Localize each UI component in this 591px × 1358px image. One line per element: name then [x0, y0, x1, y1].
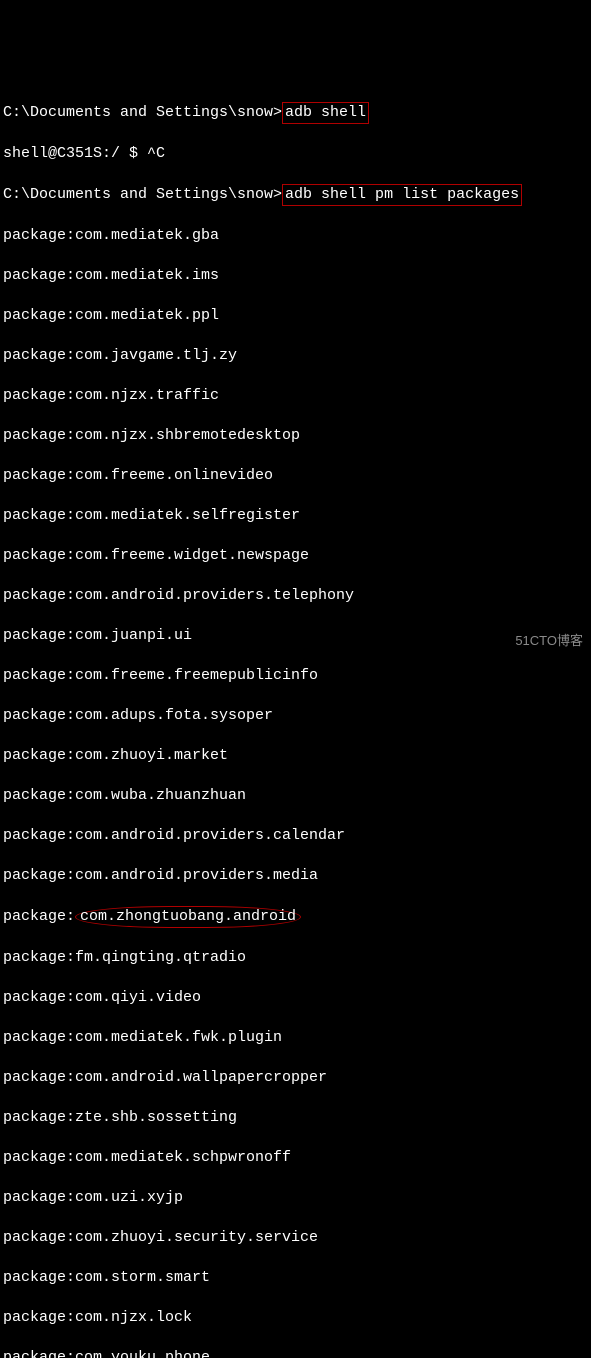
highlighted-package: com.zhongtuobang.android — [75, 906, 301, 928]
package-line: package:com.javgame.tlj.zy — [3, 346, 588, 366]
package-line: package:com.android.providers.media — [3, 866, 588, 886]
terminal-output: C:\Documents and Settings\snow>adb shell… — [0, 80, 591, 1358]
package-line: package:com.mediatek.selfregister — [3, 506, 588, 526]
package-line: package:com.zhuoyi.security.service — [3, 1228, 588, 1248]
package-line: package:com.mediatek.ppl — [3, 306, 588, 326]
package-line: package:com.mediatek.schpwronoff — [3, 1148, 588, 1168]
package-line-highlighted: package:com.zhongtuobang.android — [3, 906, 588, 928]
package-line: package:com.adups.fota.sysoper — [3, 706, 588, 726]
package-line: package:com.freeme.onlinevideo — [3, 466, 588, 486]
package-line: package:com.android.providers.calendar — [3, 826, 588, 846]
shell-prompt-line: shell@C351S:/ $ ^C — [3, 144, 588, 164]
command-1: adb shell — [282, 102, 369, 124]
package-line: package:com.njzx.lock — [3, 1308, 588, 1328]
package-line: package:zte.shb.sossetting — [3, 1108, 588, 1128]
package-line: package:com.storm.smart — [3, 1268, 588, 1288]
package-line: package:com.mediatek.fwk.plugin — [3, 1028, 588, 1048]
package-line: package:com.qiyi.video — [3, 988, 588, 1008]
package-line: package:com.freeme.widget.newspage — [3, 546, 588, 566]
prompt-line-1: C:\Documents and Settings\snow>adb shell — [3, 102, 588, 124]
package-line: package:com.juanpi.ui — [3, 626, 588, 646]
package-line: package:fm.qingting.qtradio — [3, 948, 588, 968]
package-line: package:com.njzx.traffic — [3, 386, 588, 406]
watermark-label: 51CTO博客 — [515, 631, 583, 651]
command-2: adb shell pm list packages — [282, 184, 522, 206]
prompt-line-2: C:\Documents and Settings\snow>adb shell… — [3, 184, 588, 206]
package-line: package:com.zhuoyi.market — [3, 746, 588, 766]
package-line: package:com.mediatek.ims — [3, 266, 588, 286]
package-line: package:com.wuba.zhuanzhuan — [3, 786, 588, 806]
package-line: package:com.android.wallpapercropper — [3, 1068, 588, 1088]
package-line: package:com.freeme.freemepublicinfo — [3, 666, 588, 686]
package-line: package:com.njzx.shbremotedesktop — [3, 426, 588, 446]
prompt-prefix: C:\Documents and Settings\snow> — [3, 104, 282, 121]
package-line: package:com.uzi.xyjp — [3, 1188, 588, 1208]
package-line: package:com.mediatek.gba — [3, 226, 588, 246]
package-line: package:com.youku.phone — [3, 1348, 588, 1358]
prompt-prefix: C:\Documents and Settings\snow> — [3, 186, 282, 203]
package-prefix: package: — [3, 908, 75, 925]
package-line: package:com.android.providers.telephony — [3, 586, 588, 606]
